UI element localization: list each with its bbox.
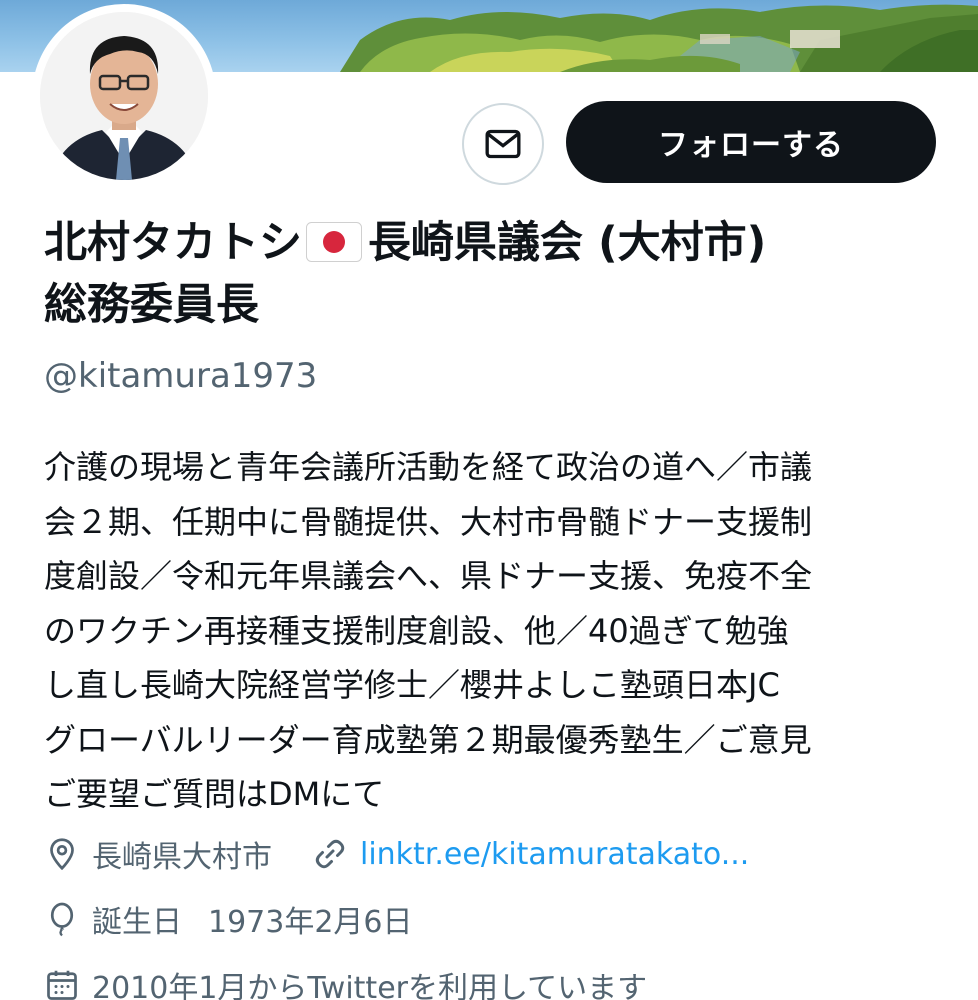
display-name: 北村タカトシ 長崎県議会 (大村市) 総務委員長 [44,212,944,336]
envelope-icon [485,129,521,159]
location-text: 長崎県大村市 [92,840,272,875]
joined-row: 2010年1月からTwitterを利用しています [44,963,647,1000]
location-pin-icon [50,838,74,871]
display-name-line2: 総務委員長 [44,280,259,330]
display-name-part2: 長崎県議会 (大村市) [368,218,767,268]
birthday-value: 1973年2月6日 [208,905,413,940]
location-row: 長崎県大村市 [44,832,272,876]
japan-flag-icon [306,222,362,262]
birthday-row: 誕生日 1973年2月6日 [44,897,413,941]
birthday-label: 誕生日 [92,905,182,940]
joined-text: 2010年1月からTwitterを利用しています [92,971,648,1000]
website-link[interactable]: linktr.ee/kitamuratakato... [360,837,749,872]
follow-button[interactable]: フォローする [566,101,936,183]
follow-button-label: フォローする [658,128,844,163]
profile-bio: 介護の現場と青年会議所活動を経て政治の道へ／市議 会２期、任期中に骨髄提供、大村… [44,448,813,813]
profile-avatar[interactable] [32,4,216,188]
link-icon [315,839,345,869]
balloon-icon [50,902,74,937]
message-button[interactable] [462,103,544,185]
user-handle: @kitamura1973 [44,356,318,396]
calendar-icon [47,970,77,1000]
profile-page: フォローする 北村タカトシ 長崎県議会 (大村市) 総務委員長 @kitamur… [0,0,978,1000]
display-name-part1: 北村タカトシ [44,218,302,268]
avatar-photo [40,12,208,180]
website-row[interactable]: linktr.ee/kitamuratakato... [312,832,749,876]
